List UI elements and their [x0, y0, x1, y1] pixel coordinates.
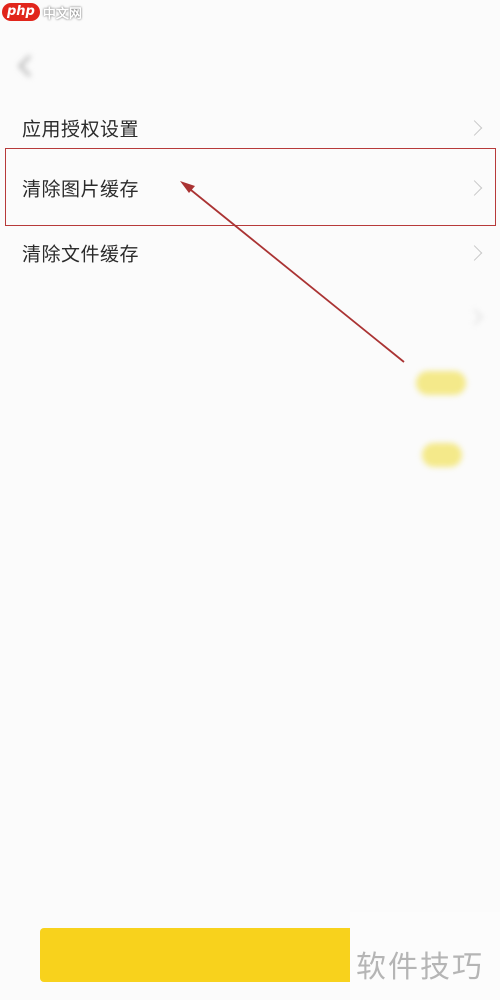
watermark-text: 软件技巧 [356, 950, 484, 985]
annotation-arrow [180, 181, 405, 363]
watermark: 软件技巧 [350, 912, 500, 1000]
